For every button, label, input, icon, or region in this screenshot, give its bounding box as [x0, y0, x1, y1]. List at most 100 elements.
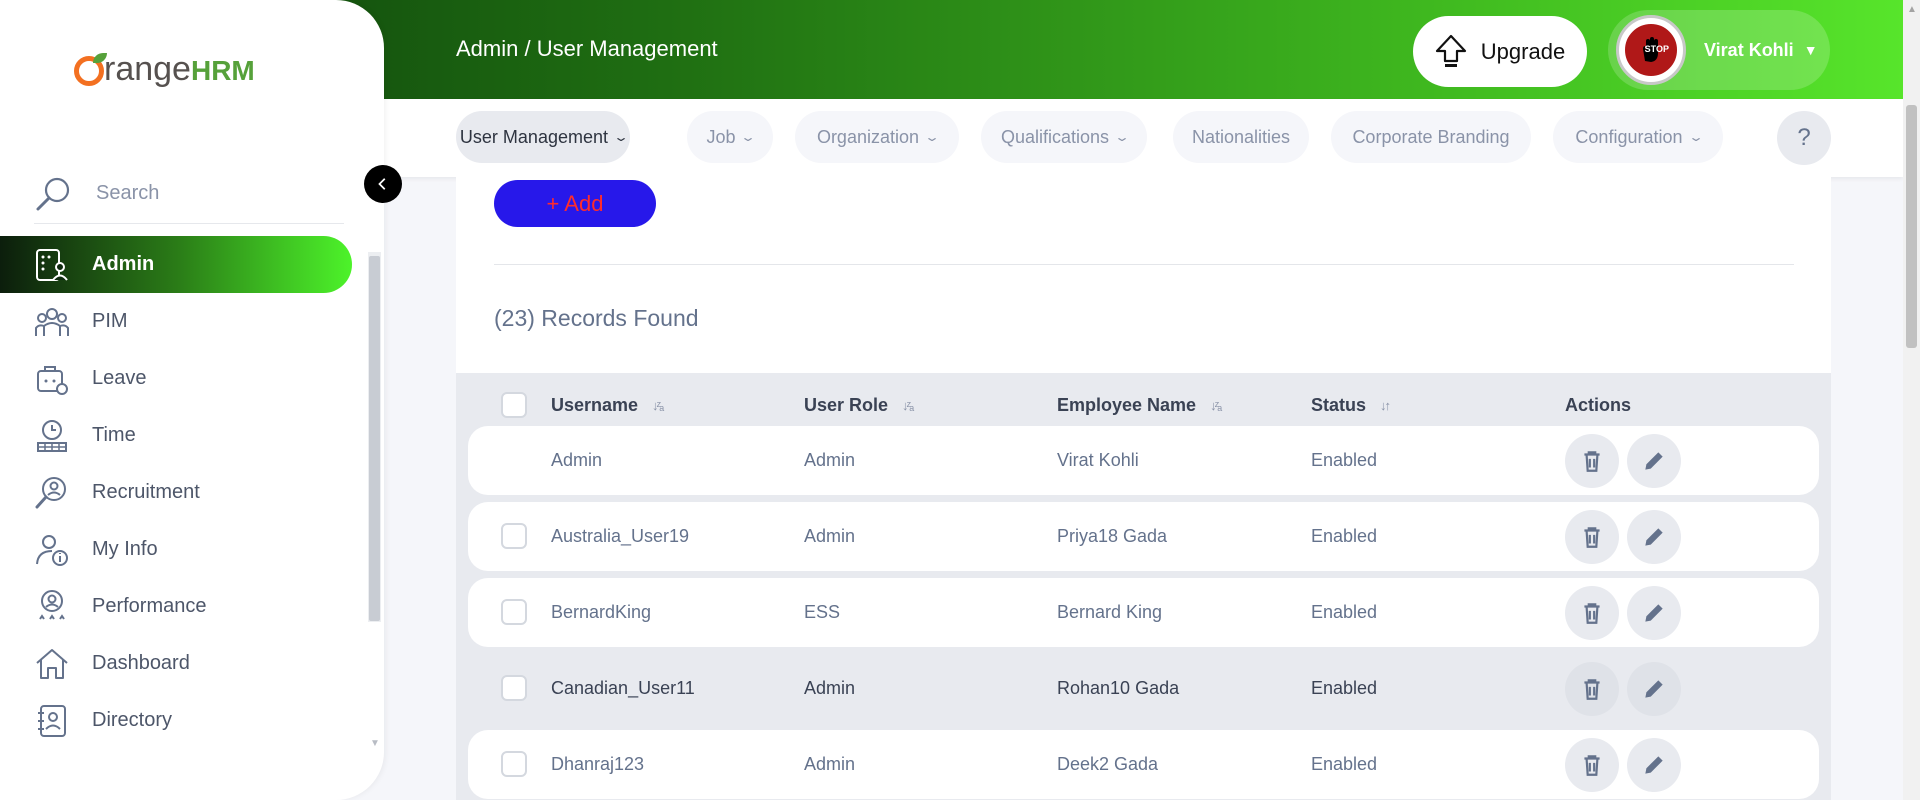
column-label: Username: [551, 395, 639, 415]
row-checkbox[interactable]: [501, 675, 527, 701]
tab-label: Configuration: [1575, 126, 1683, 147]
cell-username: Canadian_User11: [551, 678, 695, 698]
sidebar-item-label: Recruitment: [92, 481, 200, 503]
row-checkbox[interactable]: [501, 599, 527, 625]
logo-hrm: HRM: [190, 55, 255, 86]
sidebar-scrollbar-thumb[interactable]: [369, 256, 380, 621]
chevron-down-icon: ⌄: [612, 130, 630, 144]
divider: [494, 264, 1794, 265]
row-checkbox[interactable]: [501, 751, 527, 777]
sort-icon[interactable]: ↓ᶻₐ: [1210, 398, 1222, 413]
avatar-stop-text: STOP: [1644, 44, 1669, 54]
sidebar-item-performance[interactable]: Performance: [0, 578, 352, 635]
table-row[interactable]: BernardKing ESS Bernard King Enabled: [468, 578, 1819, 647]
sidebar-item-recruitment[interactable]: Recruitment: [0, 464, 352, 521]
tab-label: Corporate Branding: [1352, 126, 1510, 147]
cell-username: Admin: [551, 450, 603, 470]
sort-icon[interactable]: ↓ᶻₐ: [652, 398, 664, 413]
pencil-icon: [1645, 528, 1663, 546]
tab-nationalities[interactable]: Nationalities: [1173, 111, 1309, 163]
breadcrumb: Admin / User Management: [456, 36, 718, 61]
table-row[interactable]: Dhanraj123 Admin Deek2 Gada Enabled: [468, 730, 1819, 799]
sidebar-item-directory[interactable]: Directory: [0, 692, 352, 749]
upgrade-label: Upgrade: [1480, 38, 1566, 64]
delete-button[interactable]: [1565, 662, 1619, 716]
sort-icon[interactable]: ↓ᶻₐ: [902, 398, 914, 413]
tab-label: Job: [706, 126, 736, 147]
dashboard-icon: [36, 648, 68, 679]
edit-button[interactable]: [1627, 510, 1681, 564]
cell-username: Dhanraj123: [551, 754, 645, 774]
sidebar-item-leave[interactable]: Leave: [0, 350, 352, 407]
delete-button[interactable]: [1565, 510, 1619, 564]
delete-button[interactable]: [1565, 586, 1619, 640]
tab-label: Nationalities: [1191, 126, 1291, 147]
trash-icon: [1584, 451, 1600, 472]
tab-qualifications[interactable]: Qualifications ⌄: [981, 111, 1147, 163]
upgrade-arrow-icon: [1435, 34, 1466, 67]
chevron-down-icon: ⌄: [923, 130, 941, 144]
cell-status: Enabled: [1311, 450, 1378, 470]
scroll-down-arrow-icon[interactable]: ▼: [370, 738, 380, 749]
edit-button[interactable]: [1627, 434, 1681, 488]
my-info-icon: [36, 534, 68, 566]
trash-icon: [1584, 603, 1600, 624]
column-label: User Role: [804, 395, 889, 415]
delete-button[interactable]: [1565, 434, 1619, 488]
edit-button[interactable]: [1627, 738, 1681, 792]
upgrade-button[interactable]: Upgrade: [1413, 16, 1587, 87]
performance-icon: [39, 589, 65, 620]
user-dropdown[interactable]: STOP Virat Kohli ▼: [1608, 10, 1830, 90]
tab-organization[interactable]: Organization ⌄: [795, 111, 959, 163]
tab-job[interactable]: Job ⌄: [687, 111, 773, 163]
table-row[interactable]: Admin Admin Virat Kohli Enabled: [468, 426, 1819, 495]
select-all-checkbox[interactable]: [501, 392, 527, 418]
trash-icon: [1584, 755, 1600, 776]
orangehrm-logo[interactable]: range HRM: [74, 50, 255, 89]
sidebar-item-dashboard[interactable]: Dashboard: [0, 635, 352, 692]
help-button[interactable]: ?: [1777, 111, 1831, 165]
cell-user-role: Admin: [804, 754, 856, 774]
column-username: Username ↓ᶻₐ: [551, 395, 664, 416]
cell-employee-name: Bernard King: [1057, 602, 1163, 622]
row-checkbox[interactable]: [501, 523, 527, 549]
sidebar-search[interactable]: Search: [34, 164, 344, 224]
table-row[interactable]: Australia_User19 Admin Priya18 Gada Enab…: [468, 502, 1819, 571]
tab-corporate-branding[interactable]: Corporate Branding: [1331, 111, 1531, 163]
cell-user-role: Admin: [804, 450, 856, 470]
delete-button[interactable]: [1565, 738, 1619, 792]
tab-label: User Management: [459, 126, 608, 147]
collapse-sidebar-button[interactable]: [364, 165, 402, 203]
stop-hand-icon: STOP: [1622, 21, 1680, 79]
search-placeholder: Search: [96, 182, 160, 204]
cell-employee-name: Priya18 Gada: [1057, 526, 1168, 546]
recruitment-icon: [35, 476, 66, 508]
sidebar-item-admin[interactable]: Admin: [0, 236, 352, 293]
users-table: Username ↓ᶻₐ User Role ↓ᶻₐ Employee Name…: [456, 373, 1831, 800]
logo-orange-icon: [74, 53, 107, 86]
scroll-up-arrow-icon[interactable]: ▲: [1907, 4, 1917, 15]
chevron-down-icon: ⌄: [740, 130, 757, 144]
cell-status: Enabled: [1311, 602, 1378, 622]
column-actions: Actions: [1565, 395, 1631, 416]
table-row[interactable]: Canadian_User11 Admin Rohan10 Gada Enabl…: [468, 654, 1819, 723]
pencil-icon: [1645, 680, 1663, 698]
edit-button[interactable]: [1627, 662, 1681, 716]
tab-user-management[interactable]: User Management ⌄: [456, 111, 630, 163]
add-user-button[interactable]: + Add: [494, 180, 656, 227]
admin-subnav: User Management ⌄ Job ⌄ Organization ⌄ Q…: [384, 99, 1903, 177]
sidebar: range HRM Search Admin PIM Leave Time Re…: [0, 0, 384, 800]
sidebar-item-my-info[interactable]: My Info: [0, 521, 352, 578]
edit-button[interactable]: [1627, 586, 1681, 640]
sidebar-item-pim[interactable]: PIM: [0, 293, 352, 350]
tab-configuration[interactable]: Configuration ⌄: [1553, 111, 1723, 163]
pencil-icon: [1645, 604, 1663, 622]
sidebar-item-label: Leave: [92, 367, 147, 389]
chevron-down-icon: ⌄: [1687, 130, 1704, 144]
user-name: Virat Kohli: [1704, 39, 1794, 60]
sort-icon[interactable]: ↓↑: [1380, 398, 1391, 413]
sidebar-item-time[interactable]: Time: [0, 407, 352, 464]
sidebar-item-label: Directory: [92, 709, 173, 731]
page-scrollbar-thumb[interactable]: [1906, 105, 1917, 348]
cell-status: Enabled: [1311, 678, 1378, 698]
